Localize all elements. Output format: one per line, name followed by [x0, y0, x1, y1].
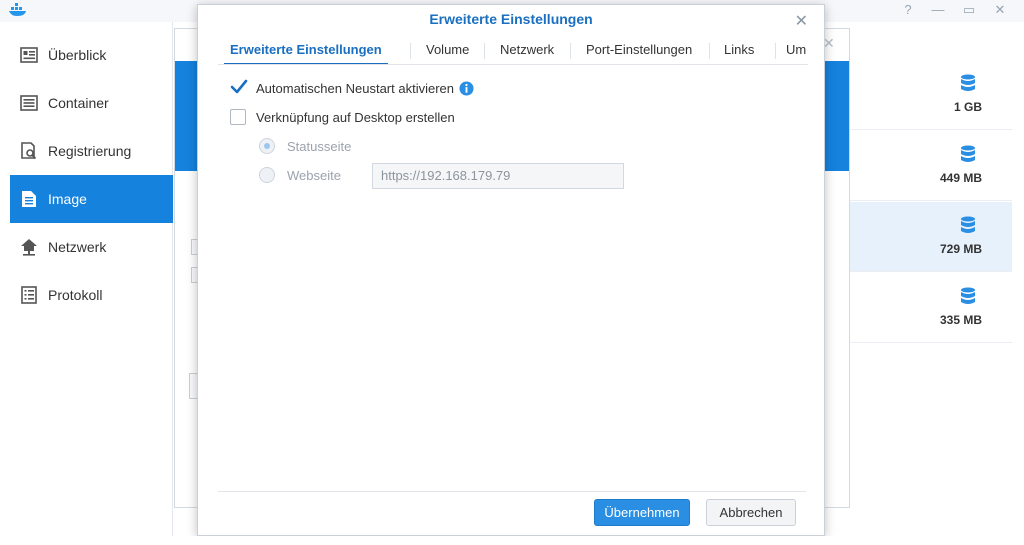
desktop-shortcut-row: Verknüpfung auf Desktop erstellen [230, 109, 455, 125]
list-item[interactable]: 335 MB [850, 273, 1012, 343]
sidebar-item-label: Registrierung [48, 143, 132, 159]
network-icon [20, 238, 38, 256]
sidebar: Überblick Container Registrierung Image … [0, 22, 173, 545]
image-size: 729 MB [939, 242, 982, 256]
list-item[interactable]: 449 MB [850, 131, 1012, 201]
footer-divider [218, 491, 806, 492]
tab-environment[interactable]: Um [780, 37, 808, 64]
help-icon[interactable]: ? [900, 2, 916, 17]
advanced-settings-dialog: Erweiterte Einstellungen ✕ Erweiterte Ei… [197, 4, 825, 536]
database-icon [961, 216, 975, 233]
bottom-edge [0, 536, 1024, 545]
sidebar-item-container[interactable]: Container [10, 79, 173, 127]
sidebar-item-label: Überblick [48, 47, 107, 63]
image-size: 1 GB [953, 100, 982, 114]
tab-advanced-settings[interactable]: Erweiterte Einstellungen [224, 37, 388, 64]
dialog-title: Erweiterte Einstellungen [429, 11, 593, 27]
tab-separator [484, 43, 485, 59]
minimize-icon[interactable]: — [930, 2, 946, 17]
auto-restart-row: Automatischen Neustart aktivieren [230, 79, 474, 96]
image-size: 449 MB [939, 171, 982, 185]
auto-restart-label: Automatischen Neustart aktivieren [256, 80, 454, 96]
website-radio[interactable] [259, 167, 275, 183]
cancel-button[interactable]: Abbrechen [706, 499, 796, 526]
maximize-icon[interactable]: ▭ [961, 2, 977, 18]
log-icon [20, 286, 38, 304]
sidebar-item-label: Protokoll [48, 287, 103, 303]
list-item[interactable]: 729 MB [850, 202, 1012, 272]
tab-network[interactable]: Netzwerk [494, 37, 560, 64]
info-icon[interactable] [459, 80, 474, 96]
database-icon [961, 287, 975, 304]
registry-icon [20, 142, 38, 160]
desktop-shortcut-label: Verknüpfung auf Desktop erstellen [256, 109, 455, 125]
sidebar-item-network[interactable]: Netzwerk [10, 223, 173, 271]
list-item[interactable]: 1 GB [850, 60, 1012, 130]
auto-restart-checkbox[interactable] [230, 79, 248, 96]
close-window-icon[interactable]: ✕ [992, 2, 1008, 18]
database-icon [961, 74, 975, 91]
website-row: Webseite [259, 167, 341, 183]
status-page-radio[interactable] [259, 138, 275, 154]
tab-separator [410, 43, 411, 59]
tab-separator [570, 43, 571, 59]
sidebar-item-label: Container [48, 95, 109, 111]
sidebar-item-image[interactable]: Image [10, 175, 173, 223]
sidebar-item-label: Netzwerk [48, 239, 107, 255]
close-icon[interactable]: ✕ [795, 11, 808, 31]
sidebar-item-overview[interactable]: Überblick [10, 31, 173, 79]
database-icon [961, 145, 975, 162]
tab-separator [775, 43, 776, 59]
overview-icon [20, 46, 38, 64]
docker-logo-icon [9, 3, 26, 16]
image-size: 335 MB [939, 313, 982, 327]
sidebar-item-log[interactable]: Protokoll [10, 271, 173, 319]
container-icon [20, 94, 38, 112]
tab-port-settings[interactable]: Port-Einstellungen [580, 37, 698, 64]
url-field[interactable]: https://192.168.179.79 [372, 163, 624, 189]
apply-button[interactable]: Übernehmen [594, 499, 690, 526]
sidebar-item-registry[interactable]: Registrierung [10, 127, 173, 175]
checkmark-icon [230, 79, 248, 94]
status-page-row: Statusseite [259, 138, 351, 154]
tab-volume[interactable]: Volume [420, 37, 475, 64]
image-icon [20, 190, 38, 208]
status-page-label: Statusseite [287, 138, 352, 154]
tab-separator [709, 43, 710, 59]
tab-links[interactable]: Links [718, 37, 760, 64]
website-label: Webseite [287, 167, 341, 183]
desktop-shortcut-checkbox[interactable] [230, 109, 246, 125]
sidebar-item-label: Image [48, 191, 87, 207]
tab-bar: Erweiterte Einstellungen Volume Netzwerk… [218, 37, 808, 65]
